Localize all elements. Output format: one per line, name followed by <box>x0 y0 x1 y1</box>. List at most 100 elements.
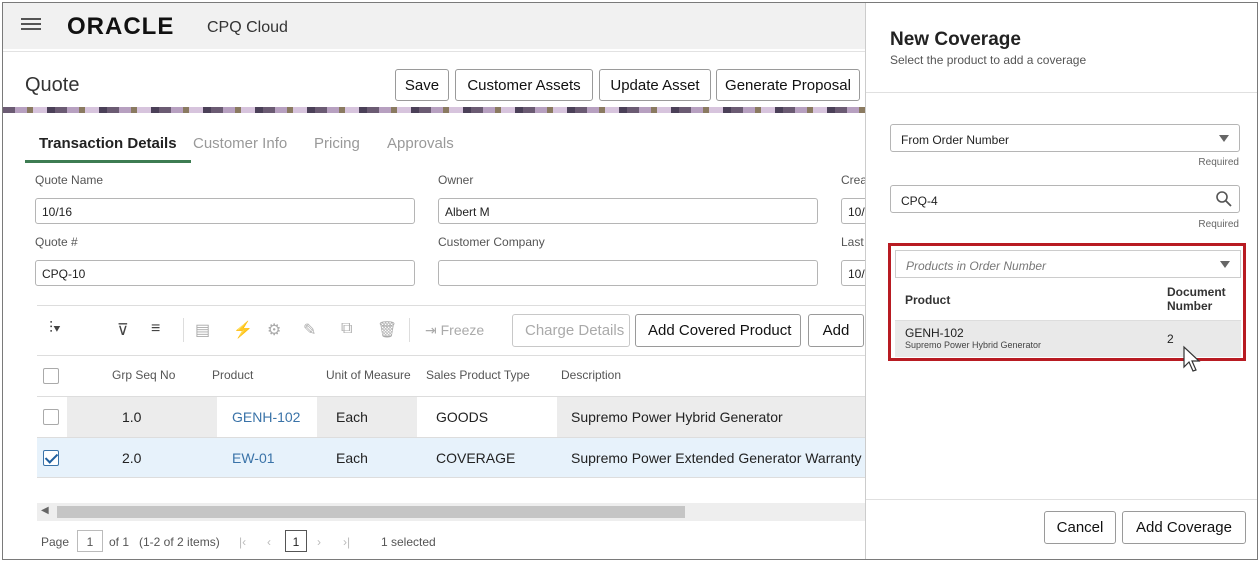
tab-pricing[interactable]: Pricing <box>300 125 374 163</box>
product-option-doc-number: 2 <box>1167 332 1174 346</box>
description-cell: Supremo Power Extended Generator Warrant… <box>571 450 862 466</box>
decorative-banner <box>3 107 865 113</box>
save-button[interactable]: Save <box>395 69 449 101</box>
product-option-description: Supremo Power Hybrid Generator <box>905 340 1042 350</box>
scrollbar-thumb[interactable] <box>57 506 685 518</box>
uom-cell: Each <box>336 450 368 466</box>
product-option-name: GENH-102 <box>905 326 964 340</box>
document-column-header-line2: Number <box>1167 299 1213 313</box>
column-header[interactable]: Description <box>561 368 621 382</box>
quote-number-field[interactable]: CPQ-10 <box>35 260 415 286</box>
grp-seq-cell: 2.0 <box>122 450 142 466</box>
drawer-title: New Coverage <box>890 29 1021 50</box>
divider <box>866 499 1257 500</box>
product-column-header: Product <box>905 293 951 307</box>
page-count: of 1 <box>109 535 130 549</box>
product-link[interactable]: GENH-102 <box>232 409 300 425</box>
filter-icon[interactable]: ⊽ <box>117 320 129 340</box>
created-label: Crea <box>841 173 865 187</box>
freeze-icon: ⇥ <box>425 322 441 338</box>
product-name: CPQ Cloud <box>207 19 288 36</box>
table-row-selected[interactable]: 2.0 EW-01 Each COVERAGE Supremo Power Ex… <box>37 437 865 478</box>
hamburger-menu-icon[interactable] <box>21 15 41 33</box>
highlight-box: Products in Order Number Product Documen… <box>888 243 1246 361</box>
order-number-input[interactable]: CPQ-4 <box>890 185 1240 213</box>
chevron-down-icon <box>1219 135 1229 142</box>
product-link[interactable]: EW-01 <box>232 450 275 466</box>
type-cell: GOODS <box>436 409 489 425</box>
row-checkbox[interactable] <box>43 409 59 425</box>
freeze-label: Freeze <box>440 322 485 338</box>
cancel-button[interactable]: Cancel <box>1044 511 1116 544</box>
drawer-subtitle: Select the product to add a coverage <box>890 53 1087 67</box>
last-updated-label: Last <box>841 235 864 249</box>
quick-action-icon[interactable]: ⚡ <box>233 320 253 340</box>
add-button[interactable]: Add <box>808 314 864 347</box>
toolbar-divider <box>183 318 184 342</box>
quote-name-label: Quote Name <box>35 173 104 187</box>
title-bar: Quote Save Customer Assets Update Asset … <box>3 51 865 109</box>
column-header[interactable]: Sales Product Type <box>426 368 530 382</box>
edit-icon[interactable]: ✎ <box>303 320 316 340</box>
table-row[interactable]: 1.0 GENH-102 Each GOODS Supremo Power Hy… <box>37 396 865 437</box>
required-label: Required <box>1198 157 1239 168</box>
scroll-left-icon[interactable]: ◀ <box>41 505 49 516</box>
products-select[interactable]: Products in Order Number <box>895 250 1241 278</box>
owner-field[interactable]: Albert M <box>438 198 818 224</box>
page-label: Page <box>41 535 70 549</box>
tab-transaction-details[interactable]: Transaction Details <box>25 125 191 163</box>
columns-icon[interactable]: ⫶▾ <box>49 320 61 338</box>
cpq-app: ORACLE CPQ Cloud Quote Save Customer Ass… <box>3 3 865 559</box>
source-select-value: From Order Number <box>901 133 1010 147</box>
customer-assets-button[interactable]: Customer Assets <box>455 69 593 101</box>
delete-icon[interactable]: 🗑 <box>377 320 397 340</box>
grp-seq-cell: 1.0 <box>122 409 142 425</box>
prev-page-icon[interactable]: ‹ <box>267 535 271 549</box>
customer-company-field[interactable] <box>438 260 818 286</box>
sort-icon[interactable]: ≡ <box>151 320 160 338</box>
page-input[interactable]: 1 <box>77 530 103 552</box>
add-covered-product-button[interactable]: Add Covered Product <box>635 314 801 347</box>
owner-label: Owner <box>438 173 474 187</box>
search-icon[interactable] <box>1215 190 1233 208</box>
row-shade <box>67 397 217 437</box>
mouse-cursor-icon <box>1183 345 1201 372</box>
gear-icon[interactable]: ⚙ <box>267 320 281 340</box>
description-cell: Supremo Power Hybrid Generator <box>571 409 783 425</box>
tab-customer-info[interactable]: Customer Info <box>179 125 301 163</box>
freeze-button[interactable]: ⇥ Freeze <box>425 322 484 339</box>
source-select[interactable]: From Order Number <box>890 124 1240 152</box>
grid-toolbar: ⫶▾ ⊽ ≡ ▤ ⚡ ⚙ ✎ ⧉ 🗑 ⇥ Freeze Charge Detai… <box>37 305 865 353</box>
selected-count: 1 selected <box>381 535 436 549</box>
products-placeholder: Products in Order Number <box>906 259 1047 273</box>
customer-company-label: Customer Company <box>438 235 545 249</box>
order-number-value: CPQ-4 <box>901 194 938 208</box>
created-field[interactable]: 10/ <box>841 198 865 224</box>
column-header[interactable]: Grp Seq No <box>112 368 175 382</box>
horizontal-scrollbar[interactable]: ◀ <box>37 503 865 521</box>
charge-details-button[interactable]: Charge Details <box>512 314 630 347</box>
new-coverage-drawer: New Coverage Select the product to add a… <box>865 3 1257 559</box>
first-page-icon[interactable]: |‹ <box>239 535 246 549</box>
current-page[interactable]: 1 <box>285 530 307 552</box>
item-count: (1-2 of 2 items) <box>139 535 220 549</box>
tab-approvals[interactable]: Approvals <box>373 125 468 163</box>
screen-frame: ORACLE CPQ Cloud Quote Save Customer Ass… <box>2 2 1258 560</box>
toolbar-divider <box>409 318 410 342</box>
last-page-icon[interactable]: ›| <box>343 535 350 549</box>
next-page-icon[interactable]: › <box>317 535 321 549</box>
select-all-checkbox[interactable] <box>43 368 59 384</box>
quote-name-field[interactable]: 10/16 <box>35 198 415 224</box>
column-header[interactable]: Product <box>212 368 253 382</box>
document-column-header-line1: Document <box>1167 285 1226 299</box>
grid-header: Grp Seq No Product Unit of Measure Sales… <box>37 355 865 395</box>
add-coverage-button[interactable]: Add Coverage <box>1122 511 1246 544</box>
copy-icon[interactable]: ⧉ <box>341 320 352 338</box>
update-asset-button[interactable]: Update Asset <box>599 69 711 101</box>
last-updated-field[interactable]: 10/ <box>841 260 865 286</box>
column-header[interactable]: Unit of Measure <box>326 368 411 382</box>
generate-proposal-button[interactable]: Generate Proposal <box>716 69 860 101</box>
add-line-icon[interactable]: ▤ <box>195 320 210 340</box>
row-checkbox-checked[interactable] <box>43 450 59 466</box>
products-table-header: Product Document Number <box>895 279 1241 321</box>
